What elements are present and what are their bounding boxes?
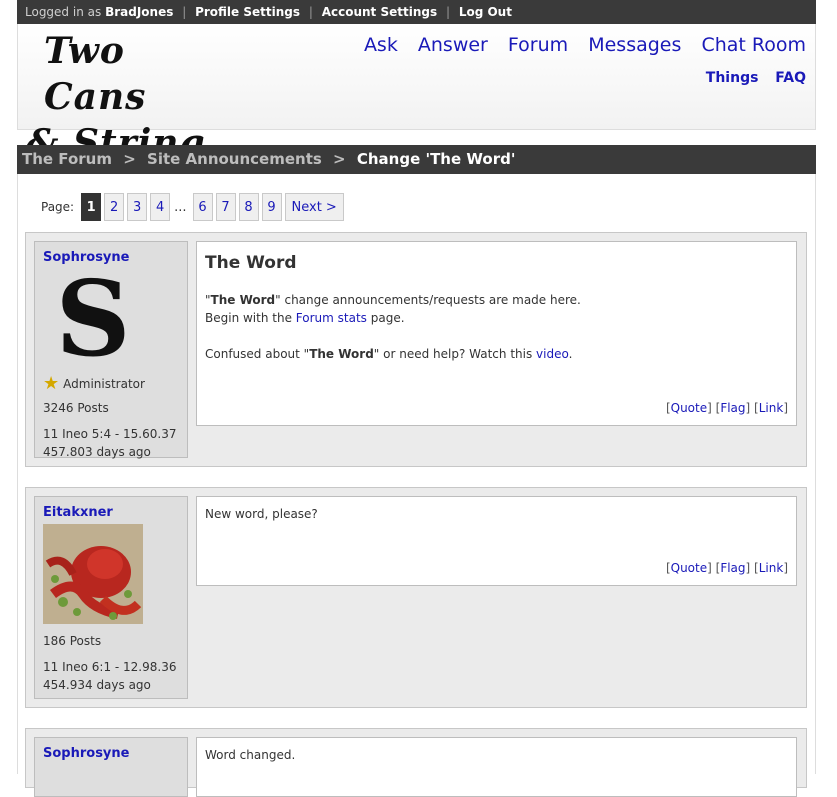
author-role: Administrator: [63, 377, 145, 391]
logo-line-1: Two Cans: [44, 30, 147, 118]
main-nav: Ask Answer Forum Messages Chat Room: [350, 34, 806, 56]
bracket: ]: [707, 561, 712, 575]
post-title: The Word: [205, 253, 297, 273]
pagination: Page: 1 2 3 4 ... 6 7 8 9 Next >: [41, 192, 344, 222]
nav-chat-room[interactable]: Chat Room: [701, 34, 806, 56]
post-timestamp: 11 Ineo 6:1 - 12.98.36: [43, 660, 177, 674]
text: Begin with the: [205, 311, 296, 325]
post-body: New word, please? [Quote] [Flag] [Link]: [196, 496, 797, 586]
permalink-link[interactable]: Link: [759, 401, 784, 415]
page-link[interactable]: 4: [150, 193, 171, 221]
post-date: 11 Ineo 5:4 - 15.60.37 457.803 days ago: [43, 425, 179, 461]
author-name[interactable]: Eitakxner: [43, 505, 179, 520]
forum-stats-link[interactable]: Forum stats: [296, 311, 367, 325]
post-age: 457.803 days ago: [43, 445, 151, 459]
author-post-count: 186 Posts: [43, 634, 102, 648]
author-post-count: 3246 Posts: [43, 401, 109, 415]
text: page.: [366, 311, 405, 325]
text: Confused about ": [205, 347, 310, 361]
bracket: ]: [745, 401, 751, 415]
bracket: ]: [707, 401, 712, 415]
forum-post: Eitakxner 186 Posts 11 Ineo 6:1 - 12.98.…: [25, 487, 807, 708]
post-actions: [Quote] [Flag] [Link]: [666, 561, 788, 575]
breadcrumb-forum[interactable]: The Forum: [22, 150, 112, 168]
text: " change announcements/requests are made…: [275, 293, 581, 307]
post-date: 11 Ineo 6:1 - 12.98.36 454.934 days ago: [43, 658, 179, 694]
flag-link[interactable]: Flag: [720, 561, 745, 575]
page-current: 1: [81, 193, 102, 221]
nav-faq[interactable]: FAQ: [775, 70, 806, 86]
sub-nav: Things FAQ: [694, 70, 806, 86]
text-bold: The Word: [210, 293, 276, 307]
separator: |: [182, 5, 187, 19]
quote-link[interactable]: Quote: [671, 561, 707, 575]
quote-link[interactable]: Quote: [671, 401, 707, 415]
page-link[interactable]: 3: [127, 193, 148, 221]
nav-answer[interactable]: Answer: [418, 34, 488, 56]
flag-link[interactable]: Flag: [720, 401, 745, 415]
post-text-line: Begin with the Forum stats page.: [205, 309, 788, 327]
bracket: ]: [745, 561, 751, 575]
text: " or need help? Watch this: [373, 347, 537, 361]
post-text: Word changed.: [205, 748, 296, 762]
text-bold: The Word: [309, 347, 374, 361]
video-link[interactable]: video: [536, 347, 569, 361]
author-name[interactable]: Sophrosyne: [43, 250, 179, 265]
page-label: Page:: [41, 200, 75, 214]
breadcrumb-separator: >: [123, 150, 136, 168]
page-link[interactable]: 7: [215, 193, 236, 221]
post-body: Word changed.: [196, 737, 797, 797]
profile-settings-link[interactable]: Profile Settings: [195, 5, 300, 19]
post-author-panel: Eitakxner 186 Posts 11 Ineo 6:1 - 12.98.…: [34, 496, 188, 699]
account-settings-link[interactable]: Account Settings: [322, 5, 437, 19]
star-icon: ★: [43, 373, 60, 394]
bracket: ]: [783, 561, 788, 575]
site-logo[interactable]: Two Cans & String: [26, 28, 216, 164]
forum-post: Sophrosyne S ★ Administrator 3246 Posts …: [25, 232, 807, 467]
username-link[interactable]: BradJones: [105, 5, 173, 19]
logged-in-label: Logged in as: [25, 5, 102, 19]
avatar[interactable]: S: [43, 269, 143, 369]
separator: |: [308, 5, 313, 19]
page-link[interactable]: 9: [261, 193, 282, 221]
nav-messages[interactable]: Messages: [588, 34, 681, 56]
separator: |: [445, 5, 450, 19]
nav-ask[interactable]: Ask: [364, 34, 398, 56]
bracket: ]: [783, 401, 788, 415]
page-ellipsis: ...: [174, 199, 187, 215]
breadcrumb-section[interactable]: Site Announcements: [147, 150, 322, 168]
site-header: Two Cans & String Ask Answer Forum Messa…: [17, 24, 816, 164]
post-age: 454.934 days ago: [43, 678, 151, 692]
post-timestamp: 11 Ineo 5:4 - 15.60.37: [43, 427, 177, 441]
post-actions: [Quote] [Flag] [Link]: [666, 401, 788, 415]
author-role-row: ★ Administrator: [43, 375, 179, 393]
log-out-link[interactable]: Log Out: [459, 5, 512, 19]
permalink-link[interactable]: Link: [759, 561, 784, 575]
post-text: New word, please?: [205, 507, 318, 521]
author-name[interactable]: Sophrosyne: [43, 746, 179, 761]
page-link[interactable]: 6: [192, 193, 213, 221]
nav-things[interactable]: Things: [706, 70, 759, 86]
svg-text:S: S: [55, 269, 130, 369]
post-text-line: Confused about "The Word" or need help? …: [205, 345, 788, 363]
page-link[interactable]: 8: [238, 193, 259, 221]
avatar[interactable]: [43, 524, 143, 624]
post-body: The Word "The Word" change announcements…: [196, 241, 797, 426]
breadcrumb-separator: >: [333, 150, 346, 168]
post-author-panel: Sophrosyne S ★ Administrator 3246 Posts …: [34, 241, 188, 461]
forum-post: Sophrosyne Word changed.: [25, 728, 807, 797]
nav-forum[interactable]: Forum: [508, 34, 568, 56]
text: .: [568, 347, 573, 361]
breadcrumb-current: Change 'The Word': [356, 150, 516, 168]
post-text-line: "The Word" change announcements/requests…: [205, 291, 788, 309]
page-link[interactable]: 2: [104, 193, 125, 221]
user-bar: Logged in as BradJones | Profile Setting…: [17, 0, 816, 24]
post-author-panel: Sophrosyne: [34, 737, 188, 797]
next-page-button[interactable]: Next >: [284, 193, 344, 221]
breadcrumb: The Forum > Site Announcements > Change …: [17, 145, 816, 174]
